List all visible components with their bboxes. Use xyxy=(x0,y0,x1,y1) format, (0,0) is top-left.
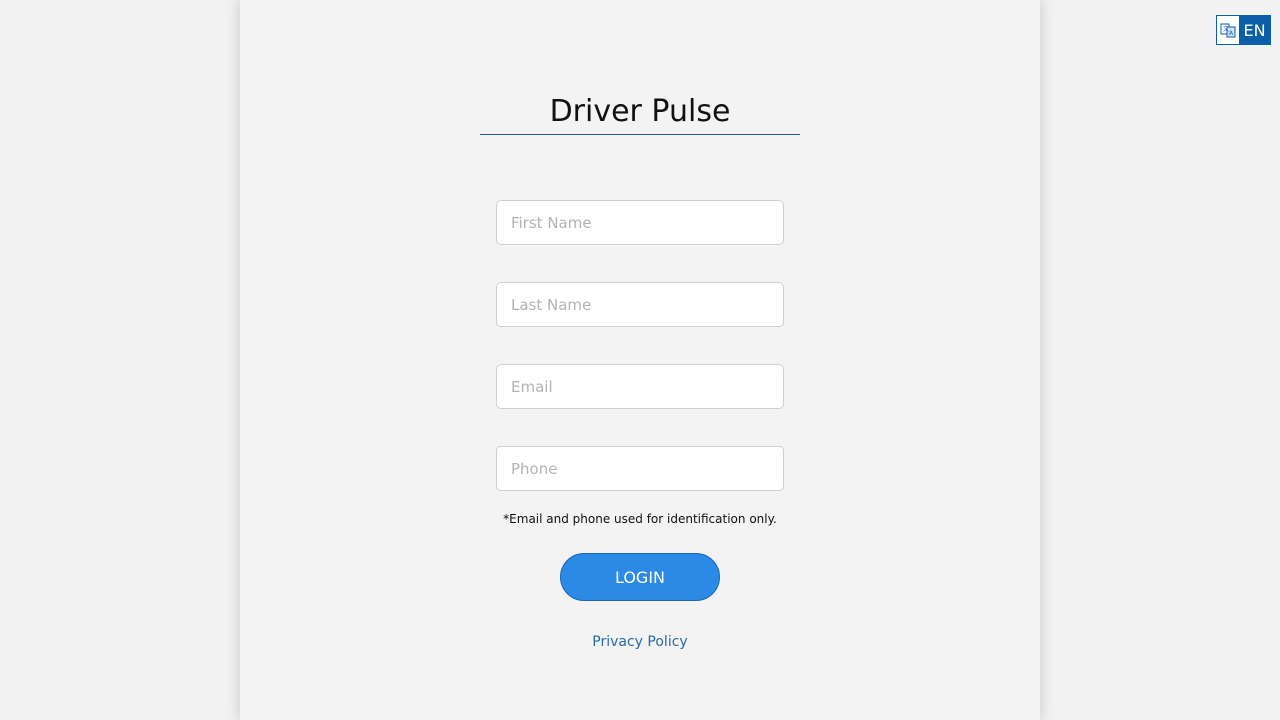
last-name-input[interactable] xyxy=(496,282,784,327)
first-name-input[interactable] xyxy=(496,200,784,245)
login-button[interactable]: LOGIN xyxy=(560,553,720,601)
language-switcher[interactable]: 文 A EN xyxy=(1216,15,1271,45)
phone-input[interactable] xyxy=(496,446,784,491)
identification-note: *Email and phone used for identification… xyxy=(503,512,777,526)
translate-icon: 文 A xyxy=(1217,16,1239,44)
page-title: Driver Pulse xyxy=(549,94,731,129)
email-input[interactable] xyxy=(496,364,784,409)
language-code: EN xyxy=(1239,16,1270,44)
privacy-policy-link[interactable]: Privacy Policy xyxy=(540,634,740,650)
title-divider xyxy=(480,134,800,135)
